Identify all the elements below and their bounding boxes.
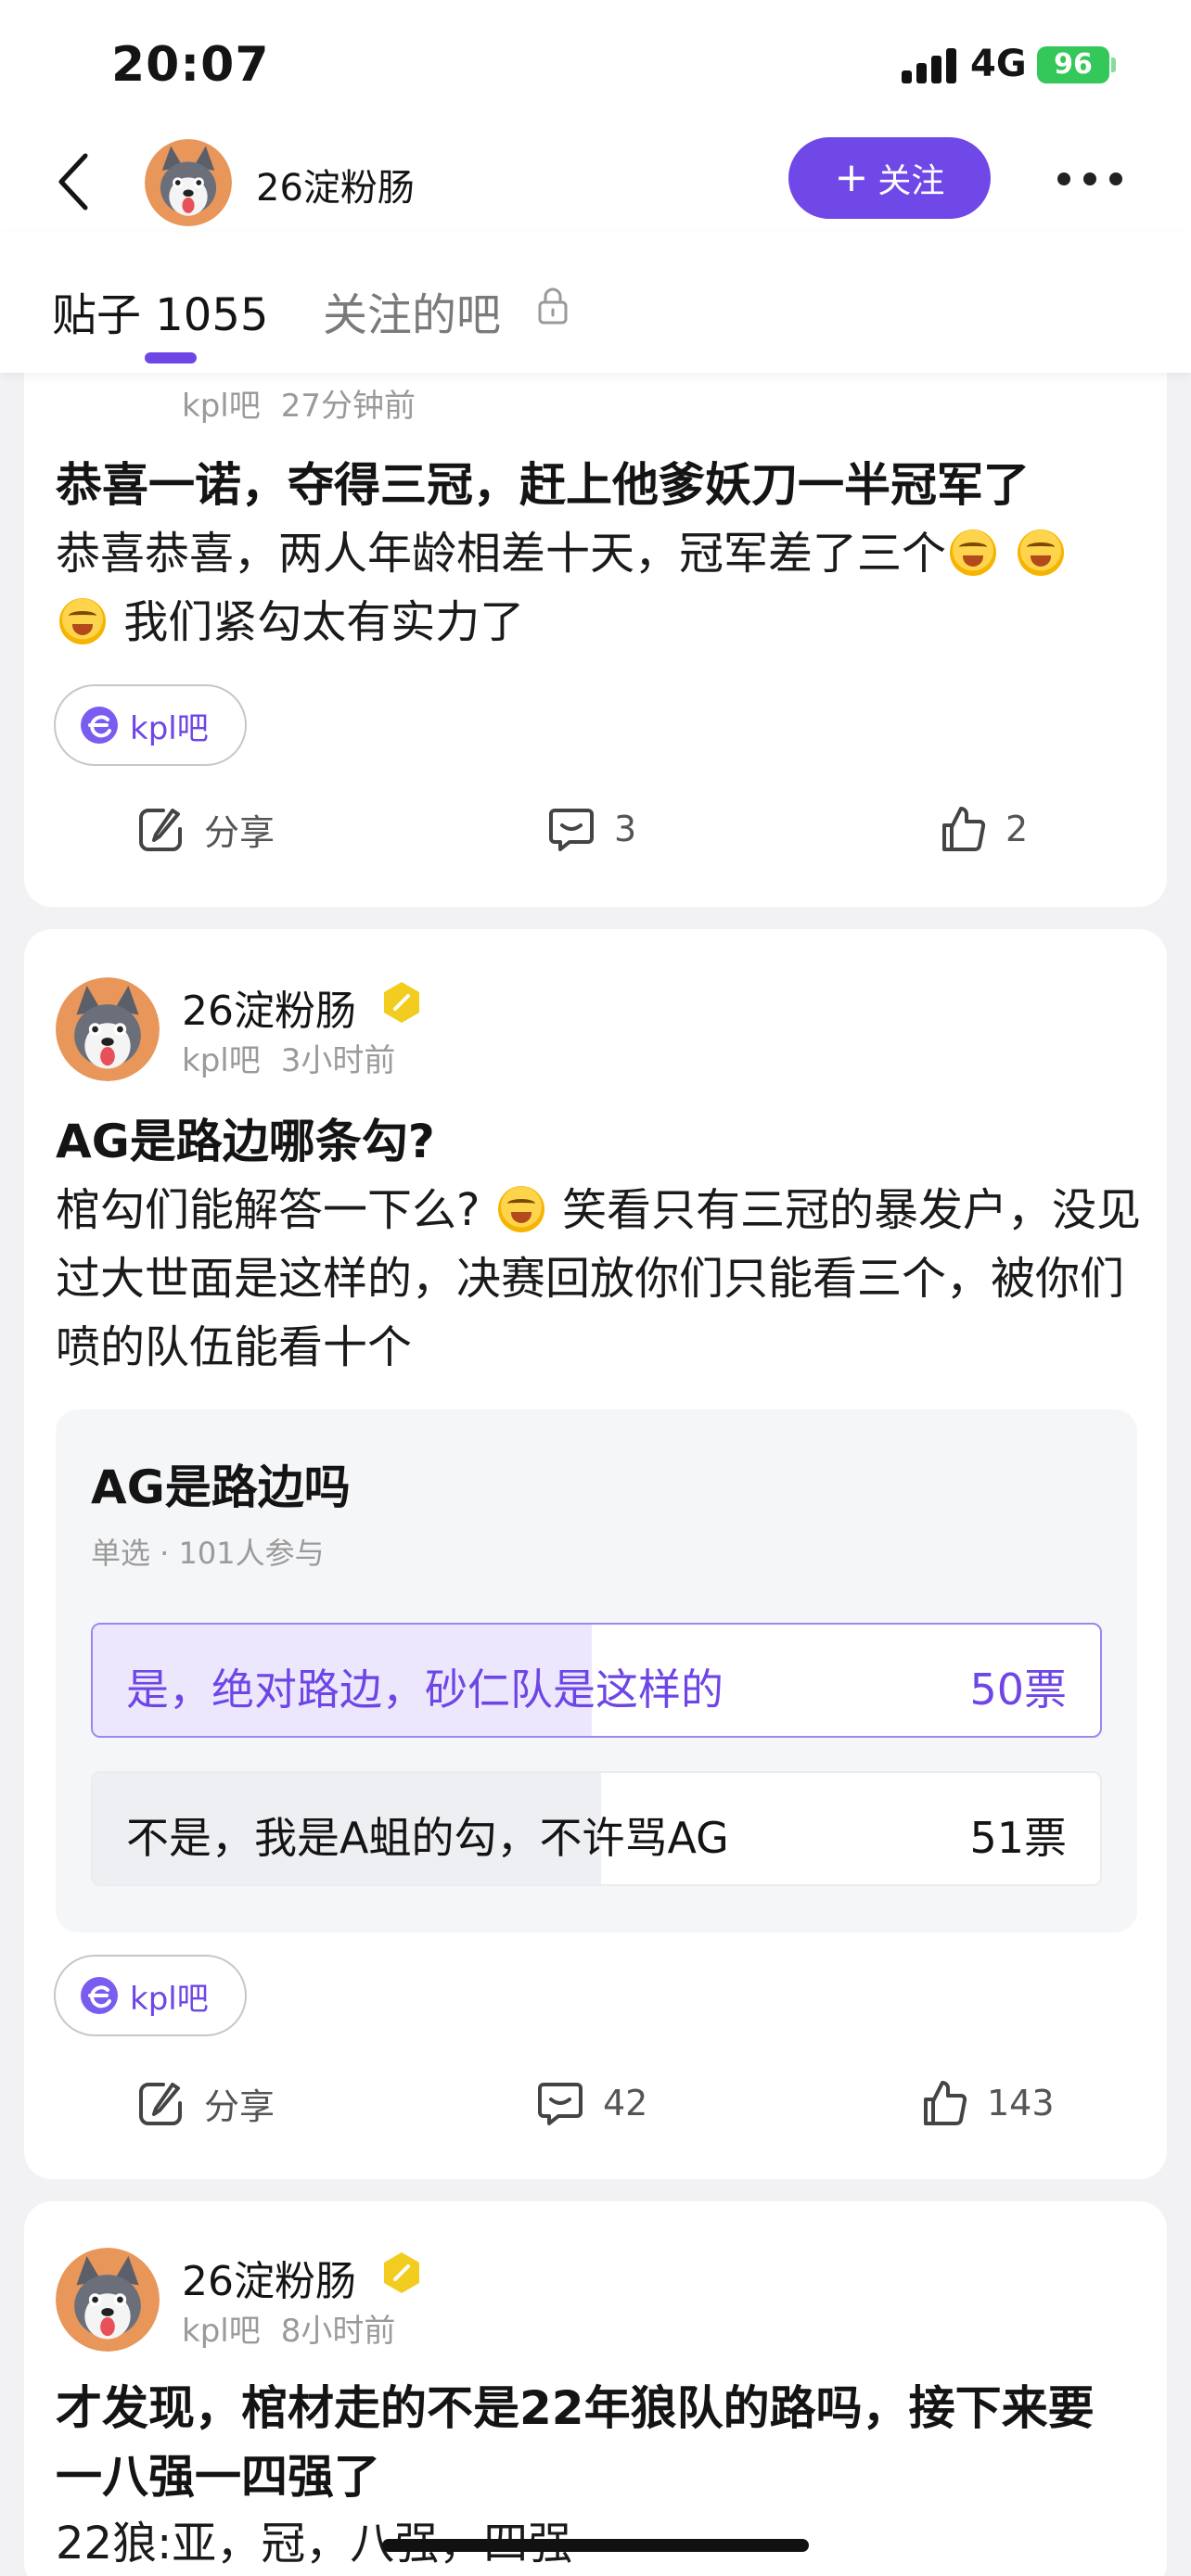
post-time: 3小时前 (280, 1042, 396, 1079)
like-icon (942, 807, 986, 851)
poll-meta: 单选 · 101人参与 (91, 1536, 325, 1571)
poll-option-votes: 50票 (969, 1664, 1067, 1715)
post-title[interactable]: AG是路边哪条勾? (56, 1107, 1139, 1176)
back-icon[interactable] (56, 152, 93, 211)
comment-count: 42 (603, 2083, 648, 2123)
status-bar: 20:07 4G 96 (0, 0, 1191, 130)
post-title[interactable]: 才发现，棺材走的不是22年狼队的路吗，接下来要一八强一四强了 (56, 2374, 1139, 2511)
post-forum[interactable]: kpl吧 (182, 1042, 261, 1079)
share-icon (139, 809, 182, 851)
plus-icon: + (834, 154, 869, 201)
nav-bar: 26淀粉肠 + 关注 (0, 130, 1191, 232)
avatar[interactable] (56, 977, 160, 1081)
post-body-text: 棺勾们能解答一下么? (56, 1184, 480, 1236)
post-body[interactable]: 恭喜恭喜，两人年龄相差十天，冠军差了三个 我们紧勾太有实力了 (56, 519, 1143, 657)
post-author[interactable]: 26淀粉肠 (182, 977, 356, 1037)
comment-icon (538, 2083, 583, 2125)
badge-icon (384, 982, 419, 1023)
avatar[interactable] (145, 139, 232, 226)
comment-button[interactable]: 3 (545, 792, 636, 866)
tab-followed-bars[interactable]: 关注的吧 (323, 278, 501, 343)
post-meta: kpl吧 27分钟前 (182, 380, 416, 426)
network-type: 4G (970, 43, 1027, 85)
post-time: 8小时前 (280, 2313, 396, 2350)
post-title[interactable]: 恭喜一诺，夺得三冠，赶上他爹妖刀一半冠军了 (56, 451, 1139, 519)
emoji-icon (950, 529, 997, 576)
follow-button[interactable]: + 关注 (788, 137, 991, 219)
post-forum[interactable]: kpl吧 (182, 388, 261, 425)
poll-option[interactable]: 是，绝对路边，砂仁队是这样的 50票 (91, 1623, 1102, 1738)
emoji-icon (1018, 529, 1065, 576)
poll-option-label: 是，绝对路边，砂仁队是这样的 (126, 1664, 724, 1715)
post-body-text: 我们紧勾太有实力了 (123, 596, 525, 648)
post-meta: kpl吧 8小时前 (182, 2305, 395, 2351)
like-icon (924, 2081, 967, 2125)
tab-posts[interactable]: 贴子 1055 (52, 278, 268, 343)
profile-tabs: 贴子 1055 关注的吧 (0, 232, 1191, 373)
post-body-text: 恭喜恭喜，两人年龄相差十天，冠军差了三个 (56, 528, 947, 580)
post-card[interactable]: 26淀粉肠 kpl吧 8小时前 才发现，棺材走的不是22年狼队的路吗，接下来要一八… (24, 2201, 1167, 2576)
lock-icon (538, 287, 568, 325)
share-label: 分享 (204, 2085, 275, 2127)
emoji-icon (497, 1186, 544, 1232)
poll-option[interactable]: 不是，我是A蛆的勾，不许骂AG 51票 (91, 1771, 1102, 1886)
post-forum[interactable]: kpl吧 (182, 2313, 261, 2350)
share-button[interactable]: 分享 (135, 792, 275, 866)
badge-icon (384, 2252, 419, 2293)
kpl-tag-icon (81, 707, 118, 744)
battery-tip (1111, 57, 1116, 72)
share-button[interactable]: 分享 (135, 2066, 275, 2140)
like-button[interactable]: 2 (937, 792, 1028, 866)
like-count: 143 (987, 2083, 1055, 2123)
poll-option-label: 不是，我是A蛆的勾，不许骂AG (126, 1813, 729, 1863)
comment-button[interactable]: 42 (534, 2066, 647, 2140)
post-card[interactable]: 26淀粉肠 kpl吧 3小时前 AG是路边哪条勾? 棺勾们能解答一下么? 笑看只有… (24, 929, 1167, 2179)
share-label: 分享 (204, 811, 275, 853)
signal-icon (902, 48, 959, 83)
avatar[interactable] (56, 2248, 160, 2352)
comment-icon (549, 809, 594, 851)
battery-icon: 96 (1037, 46, 1109, 83)
like-button[interactable]: 143 (918, 2066, 1055, 2140)
home-indicator (382, 2539, 809, 2552)
poll-title: AG是路边吗 (91, 1460, 351, 1514)
like-count: 2 (1005, 809, 1029, 849)
post-time: 27分钟前 (280, 388, 416, 425)
forum-tag-label: kpl吧 (130, 1980, 209, 2018)
post-actions: 分享 3 2 (24, 792, 1167, 866)
post-actions: 分享 42 143 (24, 2066, 1167, 2140)
comment-count: 3 (614, 809, 637, 849)
post-author[interactable]: 26淀粉肠 (182, 2248, 356, 2307)
post-card[interactable]: kpl吧 27分钟前 恭喜一诺，夺得三冠，赶上他爹妖刀一半冠军了 恭喜恭喜，两人年… (24, 315, 1167, 907)
share-icon (139, 2083, 182, 2125)
forum-tag[interactable]: kpl吧 (54, 1955, 247, 2036)
kpl-tag-icon (81, 1977, 118, 2014)
follow-label: 关注 (877, 162, 945, 200)
post-body[interactable]: 棺勾们能解答一下么? 笑看只有三冠的暴发户，没见过大世面是这样的，决赛回放你们只… (56, 1176, 1143, 1382)
more-icon[interactable] (1057, 172, 1122, 187)
post-meta: kpl吧 3小时前 (182, 1035, 395, 1080)
emoji-icon (59, 598, 106, 644)
status-time: 20:07 (111, 37, 270, 93)
forum-tag-label: kpl吧 (130, 709, 209, 747)
poll: AG是路边吗 单选 · 101人参与 是，绝对路边，砂仁队是这样的 50票 不是… (56, 1409, 1137, 1932)
poll-option-votes: 51票 (969, 1813, 1067, 1863)
forum-tag[interactable]: kpl吧 (54, 684, 247, 766)
tab-indicator (145, 352, 197, 363)
profile-name: 26淀粉肠 (256, 167, 415, 210)
